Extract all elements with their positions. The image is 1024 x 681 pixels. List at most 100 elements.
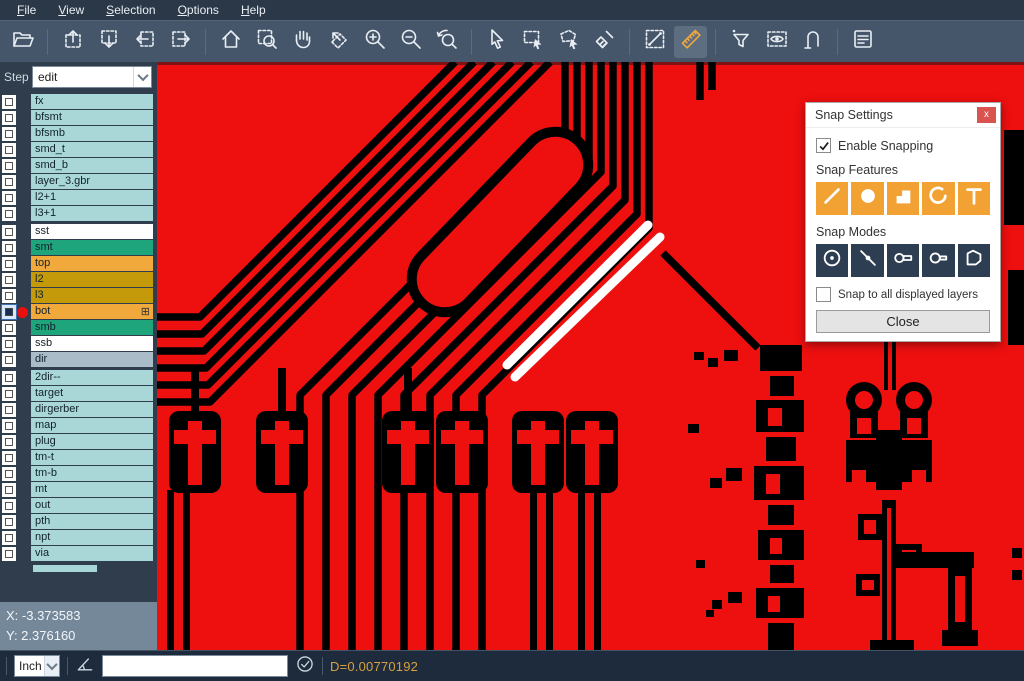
select-arrow-button[interactable]	[480, 26, 513, 58]
layer-checkbox[interactable]	[2, 515, 16, 529]
layer-label[interactable]: l2+1	[31, 190, 153, 205]
all-layers-checkbox[interactable]	[816, 287, 831, 302]
select-rectangle-button[interactable]	[516, 26, 549, 58]
layer-label[interactable]: l2	[31, 272, 153, 287]
snap-nearest-button[interactable]	[851, 244, 883, 277]
layer-label[interactable]: npt	[31, 530, 153, 545]
layer-checkbox[interactable]	[2, 531, 16, 545]
snap-midpoint-button[interactable]	[922, 244, 954, 277]
enable-snapping-checkbox[interactable]	[816, 138, 831, 153]
chevron-down-icon[interactable]	[44, 656, 59, 676]
layer-checkbox-checked[interactable]	[2, 305, 16, 319]
layer-label[interactable]: 2dir--	[31, 370, 153, 385]
layer-checkbox[interactable]	[2, 547, 16, 561]
select-polygon-button[interactable]	[552, 26, 585, 58]
layer-label[interactable]: tm-b	[31, 466, 153, 481]
layer-checkbox[interactable]	[2, 321, 16, 335]
layer-checkbox[interactable]	[2, 111, 16, 125]
layer-checkbox[interactable]	[2, 159, 16, 173]
layer-label[interactable]: tm-t	[31, 450, 153, 465]
open-file-button[interactable]	[6, 26, 39, 58]
step-select[interactable]: edit	[32, 66, 152, 88]
snap-center-button[interactable]	[816, 244, 848, 277]
layer-checkbox[interactable]	[2, 387, 16, 401]
layer-checkbox[interactable]	[2, 435, 16, 449]
menu-file[interactable]: File	[8, 1, 45, 19]
zoom-out-button[interactable]	[394, 26, 427, 58]
layer-label[interactable]: target	[31, 386, 153, 401]
layer-checkbox[interactable]	[2, 127, 16, 141]
angle-measure-icon[interactable]	[75, 654, 95, 679]
layer-checkbox[interactable]	[2, 451, 16, 465]
layer-checkbox[interactable]	[2, 337, 16, 351]
layer-label[interactable]: smt	[31, 240, 153, 255]
clean-brush-button[interactable]	[588, 26, 621, 58]
snap-endpoint-button[interactable]	[887, 244, 919, 277]
dialog-titlebar[interactable]: Snap Settings x	[806, 103, 1000, 128]
snap-to-surface-button[interactable]	[887, 182, 919, 215]
layer-label[interactable]: pth	[31, 514, 153, 529]
layer-label[interactable]: layer_3.gbr	[31, 174, 153, 189]
layer-label[interactable]: plug	[31, 434, 153, 449]
zoom-dynamic-button[interactable]	[322, 26, 355, 58]
layer-panel-button[interactable]	[846, 26, 879, 58]
layer-label[interactable]: smd_t	[31, 142, 153, 157]
layer-label[interactable]: bfsmt	[31, 110, 153, 125]
snap-to-arc-button[interactable]	[922, 182, 954, 215]
layer-label[interactable]: dir	[31, 352, 153, 367]
dialog-close-button[interactable]: x	[977, 107, 996, 123]
chevron-down-icon[interactable]	[133, 67, 151, 87]
menu-help[interactable]: Help	[232, 1, 275, 19]
layer-label[interactable]: bot	[31, 304, 153, 319]
layer-checkbox[interactable]	[2, 403, 16, 417]
shift-down-button[interactable]	[92, 26, 125, 58]
layer-checkbox[interactable]	[2, 483, 16, 497]
layer-checkbox[interactable]	[2, 143, 16, 157]
layer-checkbox[interactable]	[2, 419, 16, 433]
layer-checkbox[interactable]	[2, 225, 16, 239]
snap-to-pad-button[interactable]	[851, 182, 883, 215]
layer-checkbox[interactable]	[2, 499, 16, 513]
close-button[interactable]: Close	[816, 310, 990, 333]
layer-checkbox[interactable]	[2, 371, 16, 385]
pan-hand-button[interactable]	[286, 26, 319, 58]
view-options-button[interactable]	[760, 26, 793, 58]
layer-label[interactable]: mt	[31, 482, 153, 497]
menu-options[interactable]: Options	[169, 1, 228, 19]
layer-label[interactable]: top	[31, 256, 153, 271]
layer-label[interactable]: dirgerber	[31, 402, 153, 417]
measure-distance-button[interactable]	[638, 26, 671, 58]
layer-checkbox[interactable]	[2, 257, 16, 271]
shift-left-button[interactable]	[128, 26, 161, 58]
layer-checkbox[interactable]	[2, 191, 16, 205]
layer-checkbox[interactable]	[2, 175, 16, 189]
home-view-button[interactable]	[214, 26, 247, 58]
snap-to-text-button[interactable]	[958, 182, 990, 215]
layer-label[interactable]: via	[31, 546, 153, 561]
layer-label[interactable]: fx	[31, 94, 153, 109]
snap-contour-button[interactable]	[958, 244, 990, 277]
unit-select[interactable]: Inch	[14, 655, 60, 677]
menu-view[interactable]: View	[49, 1, 93, 19]
menu-selection[interactable]: Selection	[97, 1, 164, 19]
layer-label[interactable]: l3	[31, 288, 153, 303]
layer-label[interactable]: l3+1	[31, 206, 153, 221]
zoom-previous-button[interactable]	[430, 26, 463, 58]
layer-checkbox[interactable]	[2, 95, 16, 109]
apply-check-icon[interactable]	[295, 654, 315, 679]
layer-checkbox[interactable]	[2, 467, 16, 481]
zoom-window-button[interactable]	[250, 26, 283, 58]
measure-ruler-button[interactable]	[674, 26, 707, 58]
layer-label[interactable]: sst	[31, 224, 153, 239]
layer-label[interactable]: smd_b	[31, 158, 153, 173]
layer-label[interactable]: bfsmb	[31, 126, 153, 141]
layer-label[interactable]: map	[31, 418, 153, 433]
shift-right-button[interactable]	[164, 26, 197, 58]
layer-checkbox[interactable]	[2, 353, 16, 367]
layer-checkbox[interactable]	[2, 241, 16, 255]
layer-label[interactable]: out	[31, 498, 153, 513]
snap-to-line-button[interactable]	[816, 182, 848, 215]
layer-label[interactable]: ssb	[31, 336, 153, 351]
layer-grid-icon[interactable]: ⊞	[141, 305, 150, 319]
layer-checkbox[interactable]	[2, 273, 16, 287]
